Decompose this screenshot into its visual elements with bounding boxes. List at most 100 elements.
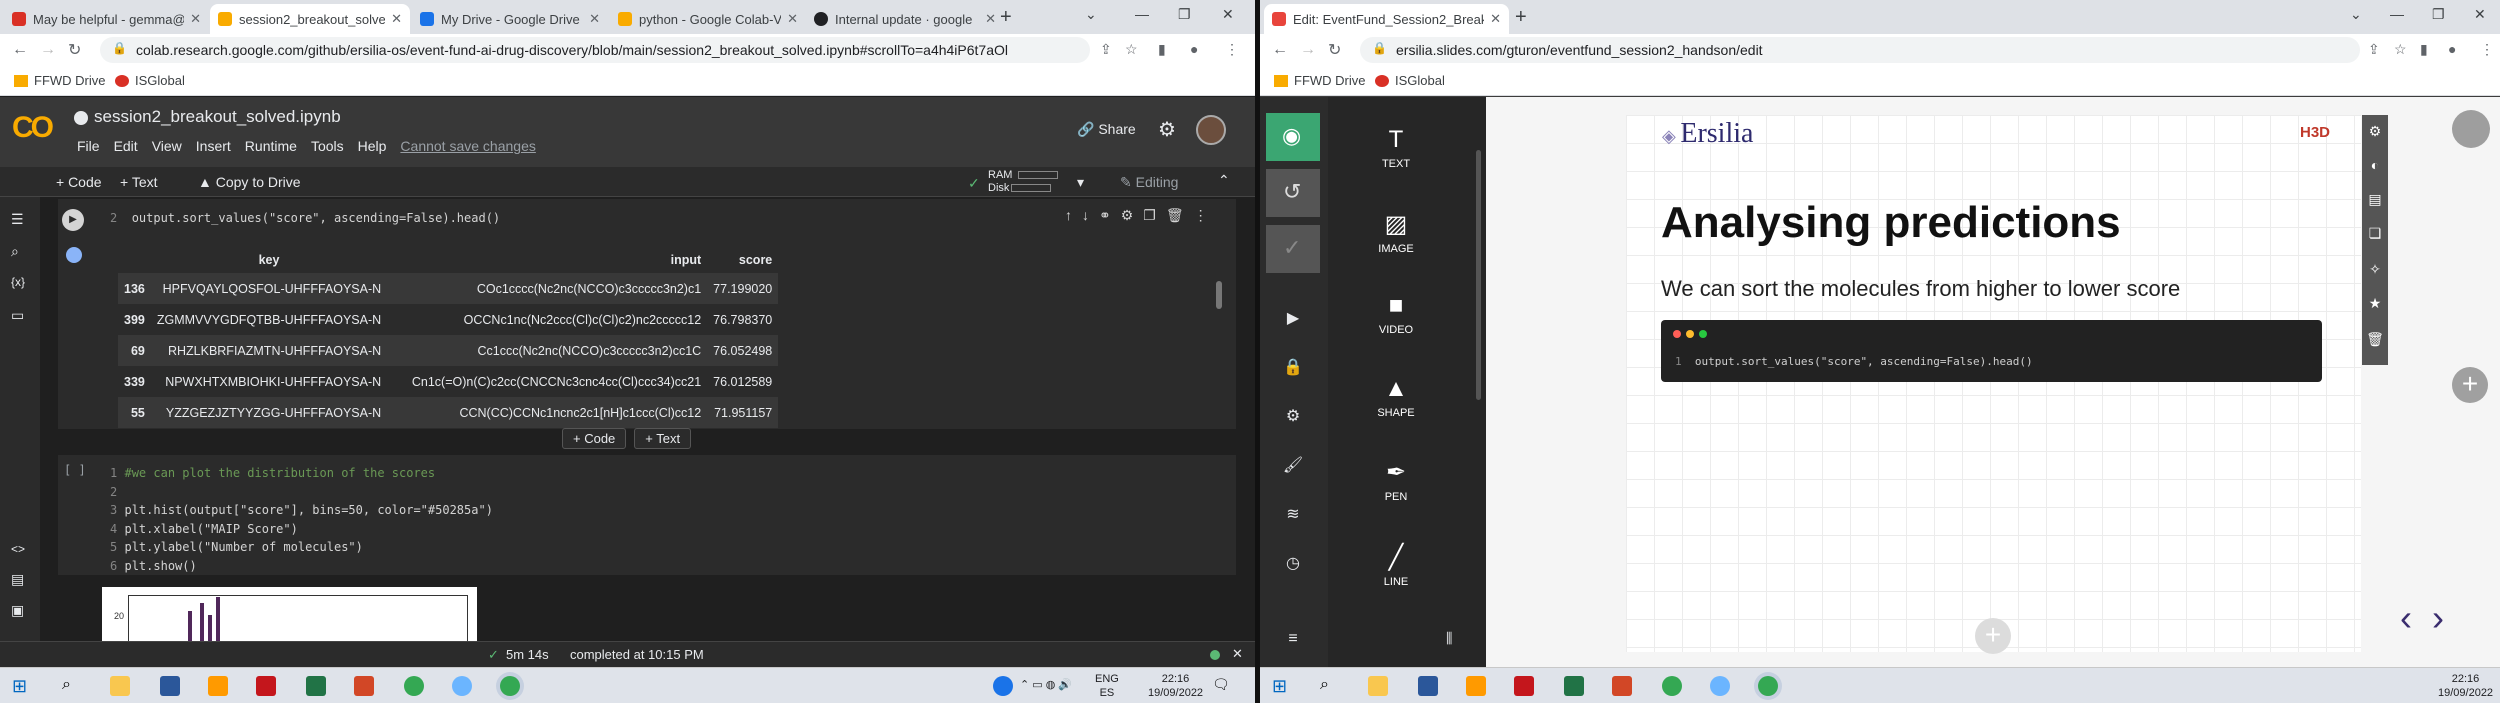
app-icon[interactable] [1710, 676, 1730, 696]
chrome-active-icon[interactable] [500, 676, 520, 696]
hamburger-menu-icon[interactable]: ≡ [1266, 630, 1320, 648]
search-icon[interactable]: ⌕ [1320, 676, 1340, 696]
minimize-button[interactable]: — [2390, 6, 2404, 22]
file-explorer-icon[interactable] [1368, 676, 1388, 696]
save-check-button[interactable]: ✓ [1266, 225, 1320, 273]
tab-github[interactable]: Internal update · google ✕ [806, 4, 1004, 34]
menu-tools[interactable]: Tools [311, 138, 344, 154]
notes-icon[interactable]: ▤ [2362, 191, 2388, 208]
menu-file[interactable]: File [77, 138, 100, 154]
slide-subtitle[interactable]: We can sort the molecules from higher to… [1661, 276, 2180, 302]
bookmark-isglobal[interactable]: ISGlobal [115, 73, 185, 88]
tray-icons[interactable]: ⌃ ▭ ◍ 🔊 [1020, 678, 1072, 692]
restore-button[interactable]: ❐ [1178, 6, 1191, 23]
close-icon[interactable]: ✕ [589, 11, 600, 27]
avatar[interactable] [1196, 115, 1226, 145]
insert-code-button[interactable]: + Code [562, 428, 627, 449]
tab-colab-session[interactable]: session2_breakout_solved. ✕ [210, 4, 410, 34]
history-clock-icon[interactable]: ◷ [1266, 553, 1320, 573]
profile-icon[interactable]: ● [2448, 41, 2456, 57]
settings-gear-icon[interactable]: ⚙ [1266, 406, 1320, 426]
copy-to-drive-button[interactable]: ▲ Copy to Drive [198, 174, 301, 190]
output-scrollbar[interactable] [1216, 281, 1222, 309]
prev-slide-arrow-icon[interactable]: ‹ [2400, 597, 2412, 638]
menu-edit[interactable]: Edit [114, 138, 138, 154]
notebook-title[interactable]: session2_breakout_solved.ipynb [94, 107, 341, 127]
tab-search-icon[interactable]: ⌄ [1085, 6, 1097, 23]
terminal-icon[interactable]: ▣ [11, 602, 24, 619]
windows-start-icon[interactable]: ⊞ [12, 676, 32, 696]
collapse-icon[interactable]: ⌃ [1218, 172, 1230, 189]
slide[interactable] [1626, 115, 2361, 652]
toc-icon[interactable]: ☰ [11, 211, 24, 228]
star-icon[interactable]: ☆ [2394, 41, 2407, 58]
close-icon[interactable]: ✕ [1490, 11, 1501, 27]
restore-button[interactable]: ❐ [2432, 6, 2445, 23]
chrome-icon[interactable] [1662, 676, 1682, 696]
reload-icon[interactable]: ↻ [68, 40, 81, 60]
preview-eye-button[interactable]: ◉ [1266, 113, 1320, 161]
forward-icon[interactable]: → [1300, 41, 1316, 59]
illustrator-icon[interactable] [1466, 676, 1486, 696]
close-icon[interactable]: ✕ [787, 11, 798, 27]
side-panel-icon[interactable]: ▮ [2420, 41, 2428, 58]
notification-icon[interactable]: 🗨 [1212, 676, 1232, 696]
gear-icon[interactable]: ⚙ [1121, 207, 1144, 223]
tab-slides-edit[interactable]: Edit: EventFund_Session2_Breako ✕ [1264, 4, 1509, 34]
url-field[interactable]: 🔒 ersilia.slides.com/gturon/eventfund_ses… [1360, 37, 2360, 63]
add-slide-right-button[interactable]: + [2452, 367, 2488, 403]
settings-gear-icon[interactable]: ⚙ [1158, 117, 1176, 142]
excel-icon[interactable] [1564, 676, 1584, 696]
toggle-icon[interactable]: ◐ [2362, 157, 2388, 173]
tab-search-icon[interactable]: ⌄ [2350, 6, 2362, 23]
shape-tool[interactable]: ▲ SHAPE [1328, 375, 1464, 419]
add-slide-below-button[interactable]: + [1975, 618, 2011, 654]
line-tool[interactable]: ╱ LINE [1328, 543, 1464, 588]
kebab-menu-icon[interactable]: ⋮ [2480, 41, 2494, 58]
powerpoint-icon[interactable] [354, 676, 374, 696]
forward-icon[interactable]: → [40, 41, 56, 59]
more-icon[interactable]: ⋮ [1194, 207, 1218, 223]
magic-icon[interactable]: ✧ [2362, 261, 2388, 278]
share-page-icon[interactable]: ⇪ [1100, 41, 1112, 58]
sliders-icon[interactable]: ⫼ [1446, 630, 1452, 647]
language-indicator[interactable]: ENG ES [1095, 672, 1119, 700]
collaborators-icon[interactable] [2452, 110, 2490, 148]
ram-disk-meter[interactable]: RAM Disk [988, 169, 1059, 195]
book-icon[interactable]: ❏ [2362, 225, 2388, 242]
clock[interactable]: 22:16 19/09/2022 [1148, 672, 1203, 700]
bookmark-ffwd[interactable]: FFWD Drive [1274, 73, 1366, 88]
image-tool[interactable]: ▨ IMAGE [1328, 210, 1464, 255]
mirror-icon[interactable]: ❐ [1143, 207, 1166, 223]
chevron-down-icon[interactable]: ▾ [1077, 174, 1084, 191]
run-cell-button[interactable]: ▶ [62, 209, 84, 231]
code-cell-plot[interactable]: [ ] 1 #we can plot the distribution of t… [58, 455, 1236, 575]
code-cell-sort[interactable]: ▶ 2 output.sort_values("score", ascendin… [58, 199, 1236, 429]
cannot-save-link[interactable]: Cannot save changes [400, 138, 535, 154]
insert-text-button[interactable]: + Text [634, 428, 692, 449]
star-icon[interactable]: ☆ [1125, 41, 1138, 58]
back-icon[interactable]: ← [12, 41, 28, 59]
side-panel-icon[interactable]: ▮ [1158, 41, 1166, 58]
pen-tool[interactable]: ✒ PEN [1328, 458, 1464, 503]
back-icon[interactable]: ← [1272, 41, 1288, 59]
video-tool[interactable]: ■ VIDEO [1328, 292, 1464, 336]
powerpoint-icon[interactable] [1612, 676, 1632, 696]
excel-icon[interactable] [306, 676, 326, 696]
colab-logo[interactable]: CO [12, 111, 54, 145]
tab-drive[interactable]: My Drive - Google Drive ✕ [412, 4, 608, 34]
trash-icon[interactable]: 🗑 [2362, 331, 2388, 348]
word-icon[interactable] [1418, 676, 1438, 696]
url-field[interactable]: 🔒 colab.research.google.com/github/ersili… [100, 37, 1090, 63]
files-icon[interactable]: ▭ [11, 307, 24, 324]
close-icon[interactable]: ✕ [985, 11, 996, 27]
layers-icon[interactable]: ≋ [1266, 504, 1320, 524]
chrome-icon[interactable] [404, 676, 424, 696]
move-down-icon[interactable]: ↓ [1082, 207, 1099, 223]
variables-icon[interactable]: {x} [11, 275, 25, 289]
next-slide-arrow-icon[interactable]: › [2432, 597, 2444, 638]
lock-icon[interactable]: 🔒 [1266, 357, 1320, 377]
share-page-icon[interactable]: ⇪ [2368, 41, 2380, 58]
text-tool[interactable]: T TEXT [1328, 126, 1464, 170]
illustrator-icon[interactable] [208, 676, 228, 696]
